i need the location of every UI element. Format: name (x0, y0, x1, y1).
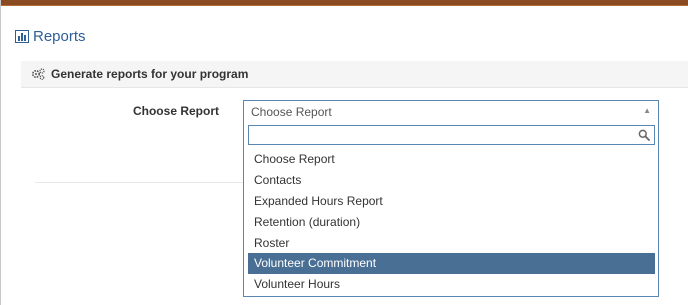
page-title: Reports (33, 27, 86, 45)
report-option[interactable]: Roster (248, 233, 655, 254)
report-option[interactable]: Contacts (248, 170, 655, 191)
bar-chart-icon (15, 29, 29, 43)
report-option[interactable]: Expanded Hours Report (248, 191, 655, 212)
report-options-list: Choose Report Contacts Expanded Hours Re… (248, 149, 655, 295)
report-option[interactable]: Volunteer Hours (248, 274, 655, 295)
choose-report-label: Choose Report (132, 104, 219, 118)
app-frame: Reports Generate reports for your progra… (0, 0, 688, 305)
caret-up-icon[interactable]: ▲ (643, 106, 651, 115)
page-header: Reports (15, 26, 86, 46)
top-accent-bar (1, 0, 688, 6)
panel-title: Generate reports for your program (51, 67, 249, 81)
panel-heading: Generate reports for your program (21, 61, 688, 88)
report-select[interactable]: Choose Report ▲ (243, 100, 659, 123)
report-dropdown: Choose Report Contacts Expanded Hours Re… (243, 122, 659, 297)
form-divider (35, 182, 243, 183)
report-select-value: Choose Report (251, 105, 332, 119)
report-option-highlighted[interactable]: Volunteer Commitment (248, 253, 655, 275)
dropdown-search-input[interactable] (248, 125, 655, 145)
gears-icon (31, 68, 45, 80)
search-icon (638, 129, 650, 141)
report-option[interactable]: Retention (duration) (248, 212, 655, 233)
report-option[interactable]: Choose Report (248, 149, 655, 170)
